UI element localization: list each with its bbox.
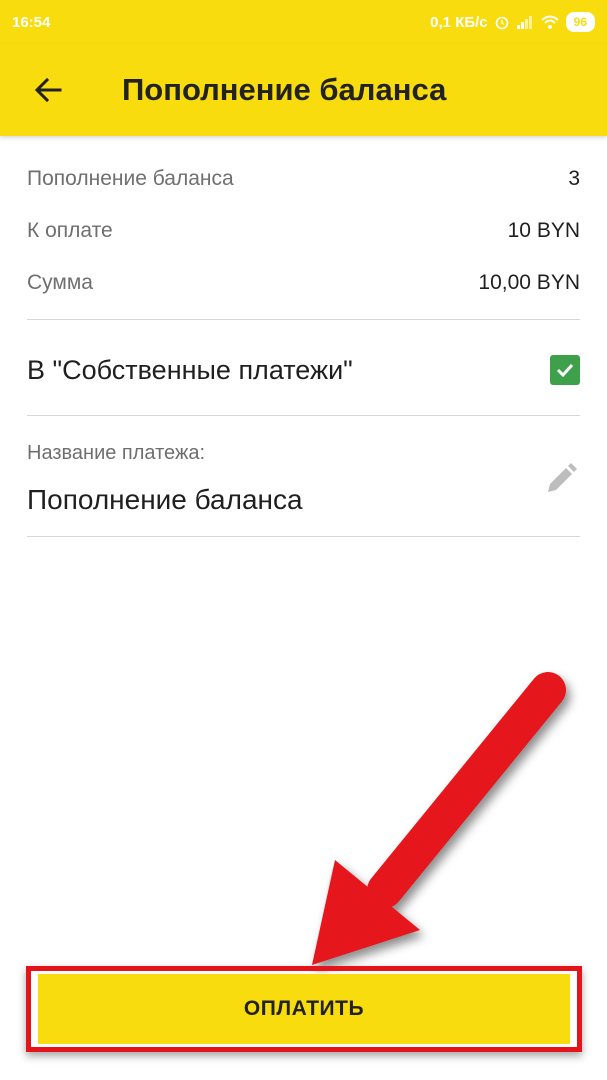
divider	[27, 415, 580, 416]
battery-indicator: 96	[565, 12, 595, 32]
summary-row-topup: Пополнение баланса 3	[27, 167, 580, 191]
summary-label: Пополнение баланса	[27, 167, 234, 190]
payment-name-label: Название платежа:	[27, 442, 206, 464]
network-speed: 0,1 КБ/с	[430, 13, 488, 31]
summary-value: 10 BYN	[507, 219, 580, 242]
app-bar: Пополнение баланса	[0, 44, 607, 136]
checkmark-icon	[556, 363, 574, 378]
signal-icon	[516, 16, 532, 29]
page-title: Пополнение баланса	[122, 72, 447, 107]
summary-value: 10,00 BYN	[478, 271, 580, 294]
summary-row-to-pay: К оплате 10 BYN	[27, 219, 580, 243]
own-payments-row[interactable]: В "Собственные платежи"	[27, 340, 580, 400]
summary-row-amount: Сумма 10,00 BYN	[27, 271, 580, 295]
back-arrow-icon	[34, 77, 62, 103]
annotation-arrow	[312, 672, 566, 965]
own-payments-checkbox[interactable]	[550, 355, 580, 385]
summary-label: Сумма	[27, 271, 93, 294]
divider	[27, 319, 580, 320]
summary-label: К оплате	[27, 219, 113, 242]
status-time: 16:54	[12, 13, 51, 31]
alarm-icon	[495, 16, 508, 30]
pay-button[interactable]: ОПЛАТИТЬ	[38, 974, 570, 1044]
status-bar: 16:54 0,1 КБ/с 96	[0, 0, 607, 44]
own-payments-label: В "Собственные платежи"	[27, 354, 353, 385]
wifi-icon	[540, 15, 559, 29]
summary-value: 3	[568, 167, 580, 190]
back-button[interactable]	[0, 44, 96, 136]
status-icons: 0,1 КБ/с 96	[430, 12, 595, 32]
divider	[27, 536, 580, 537]
pencil-icon[interactable]	[542, 458, 582, 498]
payment-name-value[interactable]: Пополнение баланса	[27, 484, 303, 516]
